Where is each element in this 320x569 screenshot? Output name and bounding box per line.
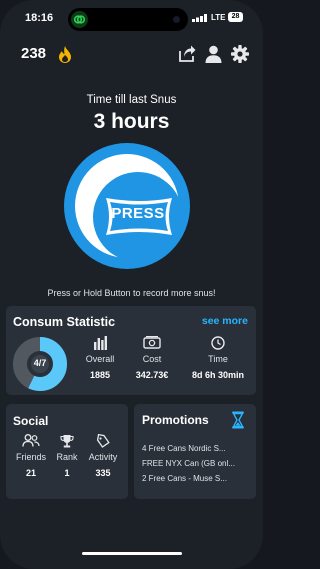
- promotion-item[interactable]: 4 Free Cans Nordic S...: [142, 444, 252, 453]
- time-metric: Time 8d 6h 30min: [188, 336, 248, 380]
- promotion-item[interactable]: FREE NYX Can (GB onl...: [142, 459, 252, 468]
- cost-label: Cost: [142, 354, 162, 364]
- battery-icon: 28: [228, 12, 243, 22]
- timer-title: Time till last Snus: [86, 94, 177, 106]
- overall-label: Overall: [85, 354, 115, 364]
- clock-icon: [211, 336, 225, 350]
- status-time: 18:16: [25, 12, 54, 24]
- bar-chart-icon: [94, 336, 107, 350]
- time-value: 8d 6h 30min: [191, 370, 245, 380]
- cost-value: 342.73€: [135, 370, 169, 380]
- press-label: PRESS: [111, 205, 165, 222]
- activity-value: 335: [95, 468, 111, 478]
- time-label: Time: [208, 354, 228, 364]
- screen-record-icon: [71, 11, 88, 28]
- signal-icon: [192, 14, 207, 22]
- share-icon[interactable]: [178, 45, 196, 63]
- social-card[interactable]: Social Friends 21 Rank 1 Activity 335: [6, 404, 128, 499]
- overall-metric: Overall 1885: [70, 336, 130, 380]
- activity-metric: Activity 335: [78, 434, 128, 478]
- network-label: LTE: [211, 13, 226, 22]
- money-icon: [143, 336, 161, 349]
- consum-statistic-card: Consum Statistic see more 4/7 Overall 18…: [6, 306, 256, 395]
- progress-label: 4/7: [33, 358, 47, 368]
- press-button[interactable]: PRESS: [64, 143, 190, 269]
- cost-metric: Cost 342.73€: [122, 336, 182, 380]
- press-hint: Press or Hold Button to record more snus…: [47, 288, 216, 298]
- app-screen: 18:16 LTE 28 238 Time till last Snus 3 h…: [0, 0, 263, 569]
- promotion-item[interactable]: 2 Free Cans - Muse S...: [142, 474, 252, 483]
- trophy-icon: [60, 435, 74, 448]
- dynamic-island: [68, 8, 188, 31]
- promotions-card[interactable]: Promotions 4 Free Cans Nordic S... FREE …: [134, 404, 256, 499]
- activity-label: Activity: [88, 452, 118, 462]
- consum-statistic-title: Consum Statistic: [13, 315, 116, 329]
- hourglass-icon: [232, 411, 244, 429]
- friends-icon: [22, 434, 40, 447]
- profile-icon[interactable]: [205, 45, 222, 63]
- streak-count: 238: [21, 45, 47, 62]
- camera-icon: [173, 16, 180, 23]
- flame-icon: [59, 46, 71, 63]
- social-title: Social: [13, 414, 49, 428]
- home-indicator[interactable]: [82, 552, 182, 555]
- timer-value: 3 hours: [93, 110, 170, 133]
- see-more-link[interactable]: see more: [202, 315, 248, 327]
- tag-icon: [96, 434, 110, 448]
- status-bar: 18:16 LTE 28: [0, 0, 263, 40]
- promotions-title: Promotions: [142, 413, 209, 427]
- overall-value: 1885: [89, 370, 111, 380]
- settings-icon[interactable]: [231, 45, 249, 63]
